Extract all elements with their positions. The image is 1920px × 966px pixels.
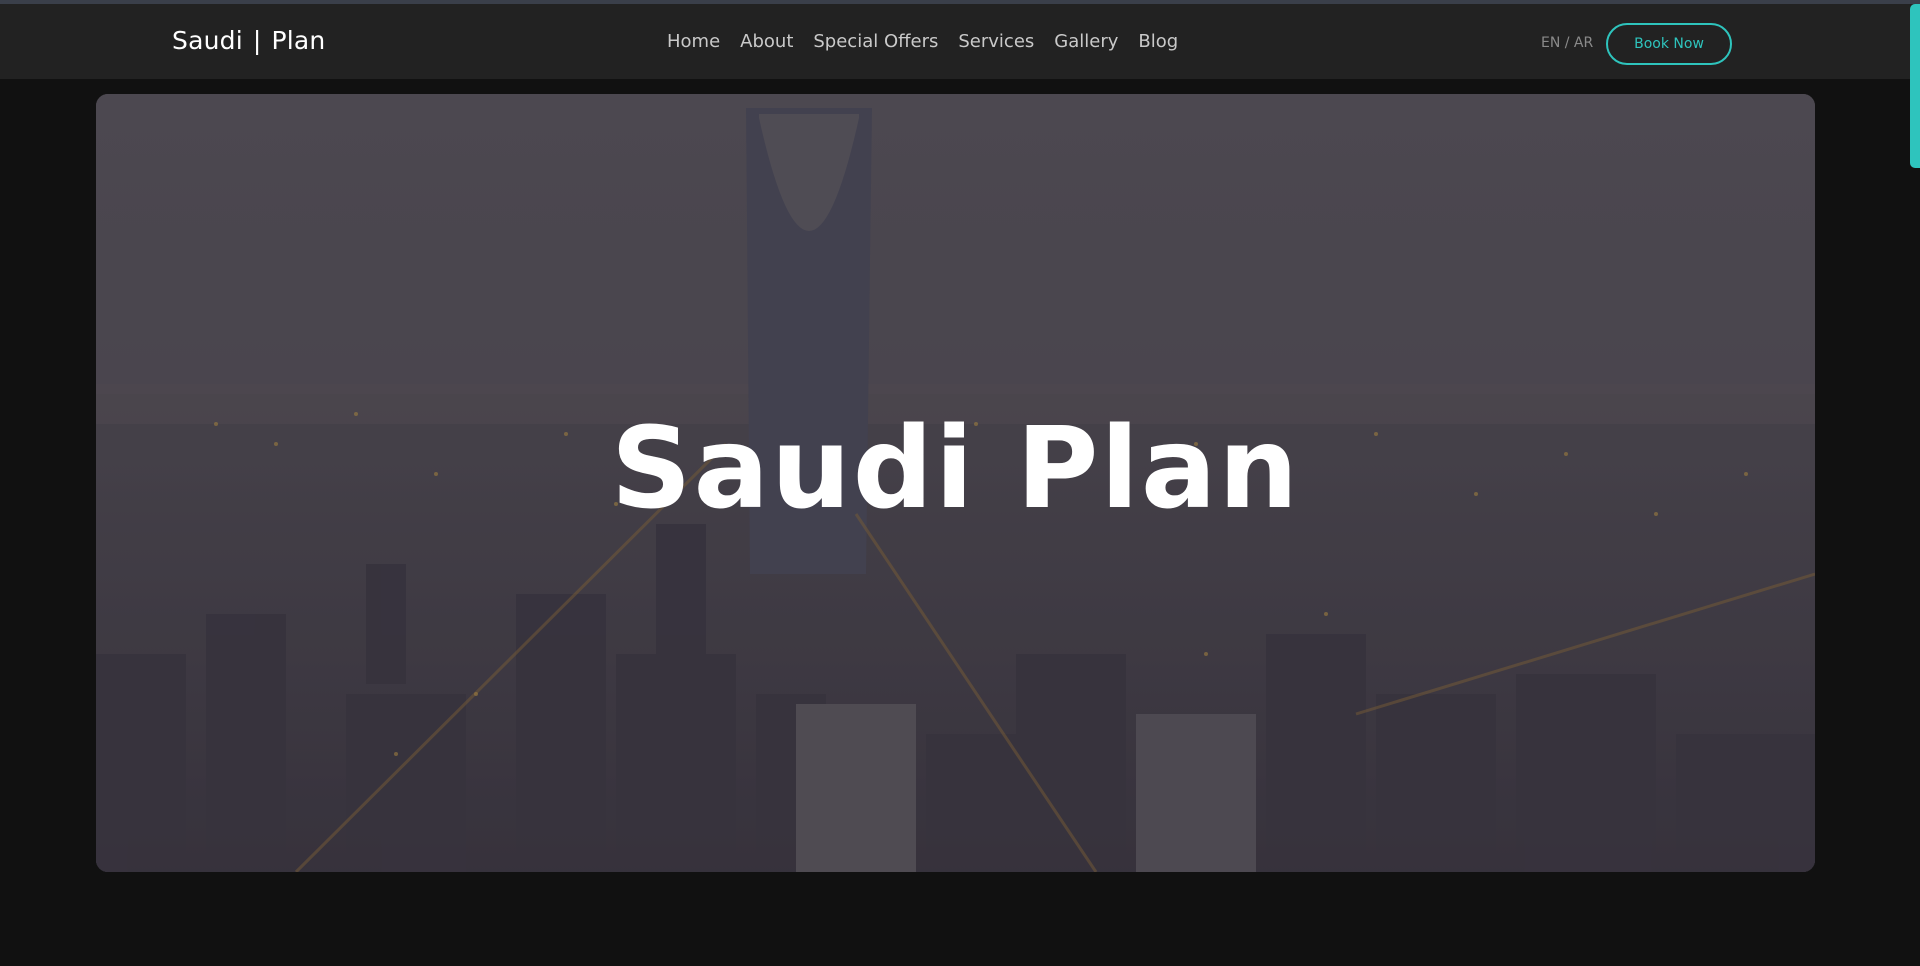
brand-name-left: Saudi [172,26,243,55]
book-now-button[interactable]: Book Now [1606,23,1732,65]
brand-logo[interactable]: Saudi | Plan [172,26,325,55]
page: Saudi | Plan Home About Special Offers Ser… [0,0,1920,966]
nav-item-blog[interactable]: Blog [1138,31,1178,52]
navbar: Saudi | Plan Home About Special Offers Ser… [0,4,1920,79]
brand-separator: | [252,26,262,55]
hero-title: Saudi Plan [610,404,1301,534]
nav-item-special-offers[interactable]: Special Offers [813,31,938,52]
scrollbar-thumb[interactable] [1910,4,1920,168]
main-nav: Home About Special Offers Services Galle… [667,31,1178,52]
hero-banner: Saudi Plan [96,94,1815,872]
nav-item-services[interactable]: Services [958,31,1034,52]
nav-item-about[interactable]: About [740,31,793,52]
nav-item-gallery[interactable]: Gallery [1054,31,1118,52]
brand-name-right: Plan [271,26,326,55]
language-switch[interactable]: EN / AR [1541,35,1593,51]
nav-item-home[interactable]: Home [667,31,720,52]
